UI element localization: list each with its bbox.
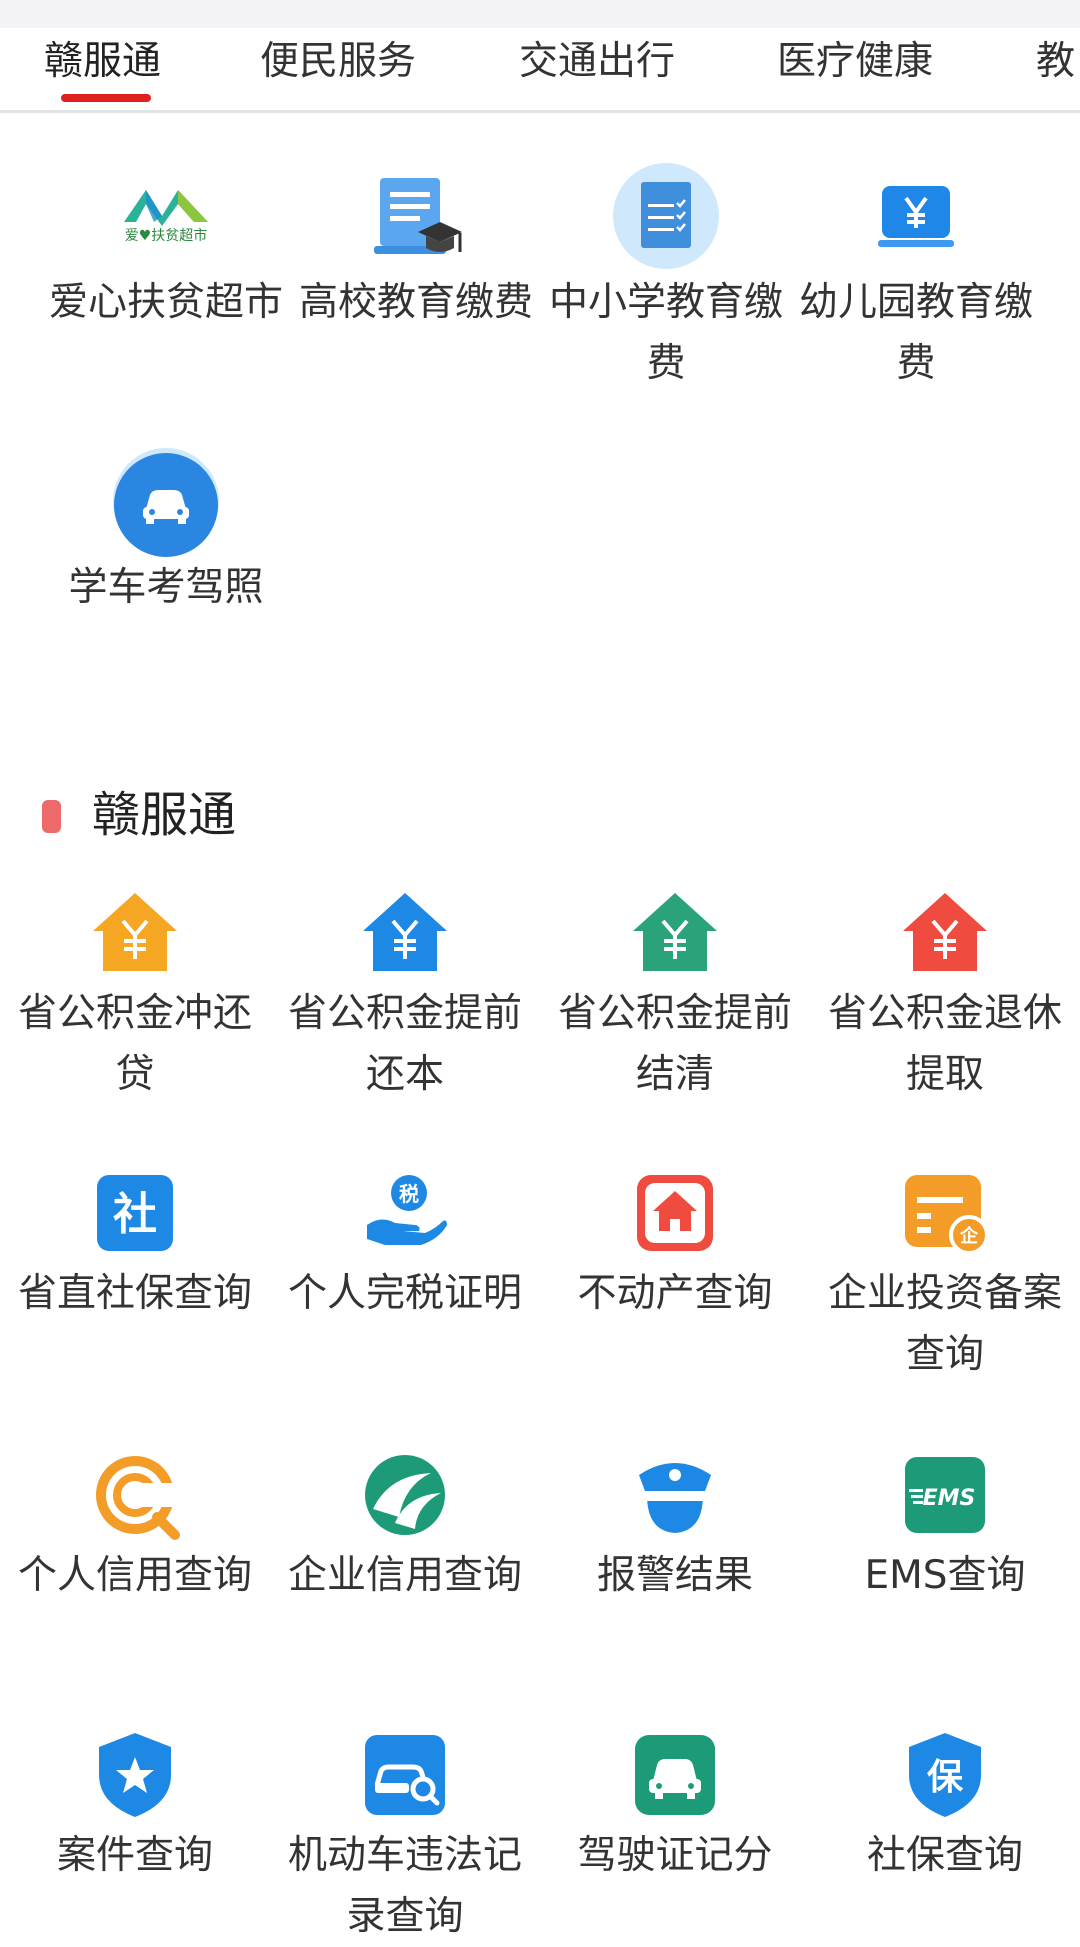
service-label: 幼儿园教育缴费 xyxy=(798,280,1033,386)
service-enterprise-credit[interactable]: 企业信用查询 xyxy=(270,1445,540,1606)
housing-fund-icon xyxy=(633,893,717,971)
service-label: 企业投资备案查询 xyxy=(827,1271,1062,1377)
vehicle-violation-icon xyxy=(365,1735,445,1815)
housing-fund-icon xyxy=(363,893,447,971)
service-label: 省公积金退休提取 xyxy=(827,991,1062,1097)
service-label: 个人信用查询 xyxy=(17,1553,252,1598)
section-marker xyxy=(42,800,61,833)
service-label: 不动产查询 xyxy=(577,1271,773,1316)
social-security-glyph: 社 xyxy=(113,1189,157,1240)
service-case-query[interactable]: 案件查询 xyxy=(0,1725,270,1886)
service-kindergarten-payment[interactable]: 幼儿园教育缴费 xyxy=(781,160,1051,394)
personal-credit-icon xyxy=(96,1456,180,1540)
love-poverty-market-logo-text: 爱♥扶贫超市 xyxy=(125,227,208,244)
ems-glyph: EMS xyxy=(923,1486,976,1511)
service-label: 省公积金提前还本 xyxy=(287,991,522,1097)
service-tax-certificate[interactable]: 税 个人完税证明 xyxy=(270,1163,540,1324)
enterprise-credit-icon xyxy=(365,1455,445,1535)
service-label: 爱心扶贫超市 xyxy=(48,280,283,325)
service-housing-fund-repay-loan[interactable]: 省公积金冲还贷 xyxy=(0,883,270,1105)
case-shield-icon xyxy=(99,1733,171,1817)
housing-fund-icon xyxy=(903,893,987,971)
tab-ganfutong[interactable]: 赣服通 xyxy=(44,38,161,98)
service-label: 案件查询 xyxy=(56,1833,213,1878)
service-university-payment[interactable]: 高校教育缴费 xyxy=(281,160,551,333)
tab-medical-health[interactable]: 医疗健康 xyxy=(777,38,933,98)
service-ems-query[interactable]: EMS EMS查询 xyxy=(810,1445,1080,1606)
service-police-result[interactable]: 报警结果 xyxy=(540,1445,810,1606)
police-icon xyxy=(639,1463,711,1533)
category-tab-bar: 赣服通 便民服务 交通出行 医疗健康 教 xyxy=(0,28,1080,113)
service-personal-credit[interactable]: 个人信用查询 xyxy=(0,1445,270,1606)
school-payment-icon xyxy=(613,163,719,269)
kindergarten-payment-icon xyxy=(878,186,954,247)
service-label: 学车考驾照 xyxy=(68,565,264,610)
service-label: 省公积金提前结清 xyxy=(557,991,792,1097)
university-payment-icon xyxy=(374,178,462,254)
service-label: 社保查询 xyxy=(866,1833,1023,1878)
housing-fund-icon xyxy=(93,893,177,971)
status-area xyxy=(0,0,1080,28)
service-vehicle-violation[interactable]: 机动车违法记录查询 xyxy=(270,1725,540,1947)
service-license-points[interactable]: 驾驶证记分 xyxy=(540,1725,810,1886)
service-label: 省直社保查询 xyxy=(17,1271,252,1316)
service-housing-fund-retirement[interactable]: 省公积金退休提取 xyxy=(810,883,1080,1105)
license-points-icon xyxy=(635,1735,715,1815)
service-label: EMS查询 xyxy=(864,1553,1026,1598)
tab-convenience-services[interactable]: 便民服务 xyxy=(260,38,416,98)
service-school-payment[interactable]: 中小学教育缴费 xyxy=(531,160,801,394)
service-love-poverty-market[interactable]: 爱♥扶贫超市 爱心扶贫超市 xyxy=(31,160,301,333)
love-poverty-market-logo: 爱♥扶贫超市 xyxy=(124,190,208,244)
social-insurance-glyph: 保 xyxy=(927,1757,964,1798)
service-social-insurance[interactable]: 保 社保查询 xyxy=(810,1725,1080,1886)
service-label: 个人完税证明 xyxy=(287,1271,522,1316)
service-real-estate[interactable]: 不动产查询 xyxy=(540,1163,810,1324)
tax-glyph: 税 xyxy=(399,1182,419,1206)
service-label: 企业信用查询 xyxy=(287,1553,522,1598)
tab-transportation[interactable]: 交通出行 xyxy=(519,38,675,98)
service-enterprise-investment-filing[interactable]: 企 企业投资备案查询 xyxy=(810,1163,1080,1385)
real-estate-icon xyxy=(637,1175,713,1251)
service-label: 省公积金冲还贷 xyxy=(17,991,252,1097)
service-label: 中小学教育缴费 xyxy=(548,280,783,386)
service-label: 高校教育缴费 xyxy=(298,280,533,325)
active-tab-indicator xyxy=(61,94,151,102)
social-insurance-shield-icon: 保 xyxy=(909,1733,981,1817)
social-security-icon: 社 xyxy=(97,1175,173,1251)
ems-icon: EMS xyxy=(905,1457,985,1533)
tab-education[interactable]: 教 xyxy=(1036,38,1075,98)
section-title: 赣服通 xyxy=(92,787,237,843)
service-housing-fund-early-settle[interactable]: 省公积金提前结清 xyxy=(540,883,810,1105)
service-label: 报警结果 xyxy=(596,1553,753,1598)
enterprise-glyph: 企 xyxy=(959,1225,979,1247)
service-label: 机动车违法记录查询 xyxy=(287,1833,522,1939)
tax-hand-icon: 税 xyxy=(367,1175,447,1245)
service-provincial-social-security[interactable]: 社 省直社保查询 xyxy=(0,1163,270,1324)
enterprise-filing-icon: 企 xyxy=(905,1175,989,1255)
driving-school-icon xyxy=(113,448,219,557)
service-housing-fund-early-principal[interactable]: 省公积金提前还本 xyxy=(270,883,540,1105)
service-label: 驾驶证记分 xyxy=(577,1833,773,1878)
service-driving-school[interactable]: 学车考驾照 xyxy=(31,445,301,618)
